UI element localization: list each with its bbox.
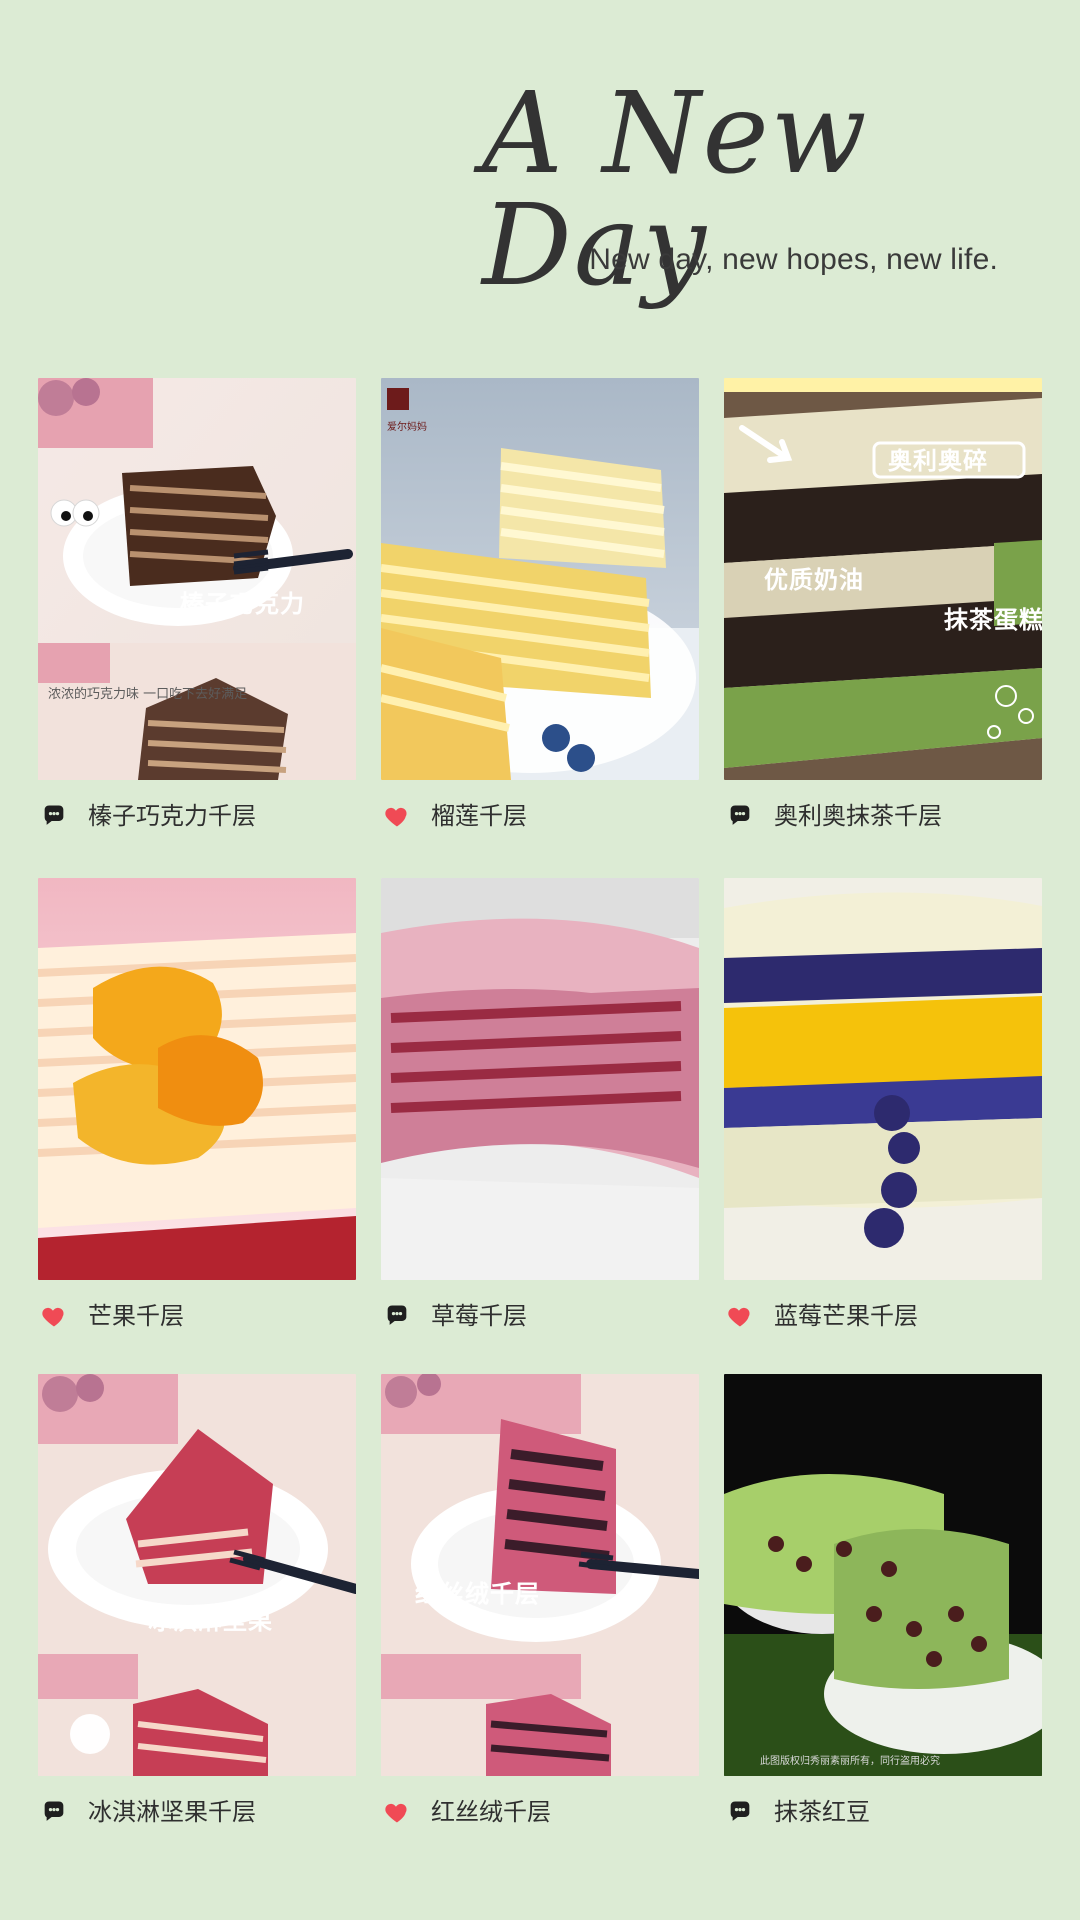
- cake-card-oreo-matcha[interactable]: 奥利奥碎 优质奶油 抹茶蛋糕 奥利奥抹茶千层: [724, 378, 1042, 828]
- heart-icon[interactable]: [38, 1300, 70, 1332]
- cake-card-icecream-nut[interactable]: 冰淇淋坚果 冰淇淋坚果千层: [38, 1374, 356, 1824]
- chat-icon[interactable]: [38, 1796, 70, 1828]
- cake-card-blueberry-mango[interactable]: 蓝莓芒果千层: [724, 878, 1042, 1328]
- page-subtitle: New day, new hopes, new life.: [589, 243, 998, 276]
- cake-photo-strawberry[interactable]: [381, 878, 699, 1280]
- cake-photo-icecream-nut-image: 冰淇淋坚果: [38, 1374, 356, 1776]
- cake-caption-hazelnut: 榛子巧克力千层: [38, 798, 256, 834]
- cake-caption-icecream-nut: 冰淇淋坚果千层: [38, 1794, 256, 1830]
- cake-photo-blueberry-mango-image: [724, 878, 1042, 1280]
- chat-icon[interactable]: [38, 800, 70, 832]
- cake-photo-blueberry-mango[interactable]: [724, 878, 1042, 1280]
- cake-name: 奥利奥抹茶千层: [774, 802, 942, 830]
- cake-name: 蓝莓芒果千层: [774, 1302, 918, 1330]
- heart-icon[interactable]: [381, 1796, 413, 1828]
- cake-caption-blueberry-mango: 蓝莓芒果千层: [724, 1298, 918, 1334]
- sticker-red-velvet: 红丝绒千层: [415, 1580, 540, 1608]
- brand-small: 爱尔妈妈: [387, 420, 427, 433]
- cake-card-red-velvet[interactable]: 红丝绒千层 红丝绒千层: [381, 1374, 699, 1824]
- cake-photo-red-velvet[interactable]: 红丝绒千层: [381, 1374, 699, 1776]
- cake-photo-durian[interactable]: 爱尔妈妈: [381, 378, 699, 780]
- cake-photo-matcha-redbean-image: 此图版权归秀丽素丽所有，同行盗用必究: [724, 1374, 1042, 1776]
- cake-card-hazelnut[interactable]: 榛子巧克力 浓浓的巧克力味 一口吃下去好满足 榛子巧克力千层: [38, 378, 356, 828]
- cake-name: 抹茶红豆: [774, 1798, 870, 1826]
- sticker-text-2: 浓浓的巧克力味 一口吃下去好满足: [48, 686, 247, 702]
- sticker-oreo: 奥利奥碎: [888, 447, 988, 475]
- cake-caption-strawberry: 草莓千层: [381, 1298, 527, 1334]
- cake-photo-oreo-matcha-image: 奥利奥碎 优质奶油 抹茶蛋糕: [724, 378, 1042, 780]
- cake-photo-mango[interactable]: [38, 878, 356, 1280]
- sticker-text-1: 榛子巧克力: [180, 590, 305, 618]
- sticker-cream: 优质奶油: [764, 566, 864, 594]
- chat-icon[interactable]: [724, 1796, 756, 1828]
- cake-card-strawberry[interactable]: 草莓千层: [381, 878, 699, 1328]
- sticker-matcha: 抹茶蛋糕: [944, 606, 1042, 634]
- cake-name: 冰淇淋坚果千层: [88, 1798, 256, 1826]
- cake-name: 芒果千层: [88, 1302, 184, 1330]
- cake-photo-mango-image: [38, 878, 356, 1280]
- chat-icon[interactable]: [724, 800, 756, 832]
- cake-caption-oreo-matcha: 奥利奥抹茶千层: [724, 798, 942, 834]
- heart-icon[interactable]: [381, 800, 413, 832]
- cake-photo-hazelnut-image: 榛子巧克力 浓浓的巧克力味 一口吃下去好满足: [38, 378, 356, 780]
- chat-icon[interactable]: [381, 1300, 413, 1332]
- cake-card-matcha-redbean[interactable]: 此图版权归秀丽素丽所有，同行盗用必究 抹茶红豆: [724, 1374, 1042, 1824]
- cake-photo-matcha-redbean[interactable]: 此图版权归秀丽素丽所有，同行盗用必究: [724, 1374, 1042, 1776]
- cake-card-durian[interactable]: 爱尔妈妈 榴莲千层: [381, 378, 699, 828]
- cake-name: 榛子巧克力千层: [88, 802, 256, 830]
- heart-icon[interactable]: [724, 1300, 756, 1332]
- cake-card-mango[interactable]: 芒果千层: [38, 878, 356, 1328]
- header: A New Day New day, new hopes, new life.: [482, 78, 1042, 302]
- footer-note: 此图版权归秀丽素丽所有，同行盗用必究: [760, 1754, 940, 1767]
- cake-photo-hazelnut[interactable]: 榛子巧克力 浓浓的巧克力味 一口吃下去好满足: [38, 378, 356, 780]
- cake-name: 榴莲千层: [431, 802, 527, 830]
- cake-photo-icecream-nut[interactable]: 冰淇淋坚果: [38, 1374, 356, 1776]
- cake-caption-mango: 芒果千层: [38, 1298, 184, 1334]
- sticker-icecream: 冰淇淋坚果: [148, 1607, 273, 1635]
- cake-caption-matcha-redbean: 抹茶红豆: [724, 1794, 870, 1830]
- cake-photo-oreo-matcha[interactable]: 奥利奥碎 优质奶油 抹茶蛋糕: [724, 378, 1042, 780]
- cake-photo-red-velvet-image: 红丝绒千层: [381, 1374, 699, 1776]
- cake-caption-durian: 榴莲千层: [381, 798, 527, 834]
- cake-photo-strawberry-image: [381, 878, 699, 1280]
- cake-photo-durian-image: 爱尔妈妈: [381, 378, 699, 780]
- cake-name: 草莓千层: [431, 1302, 527, 1330]
- cake-name: 红丝绒千层: [431, 1798, 551, 1826]
- cake-caption-red-velvet: 红丝绒千层: [381, 1794, 551, 1830]
